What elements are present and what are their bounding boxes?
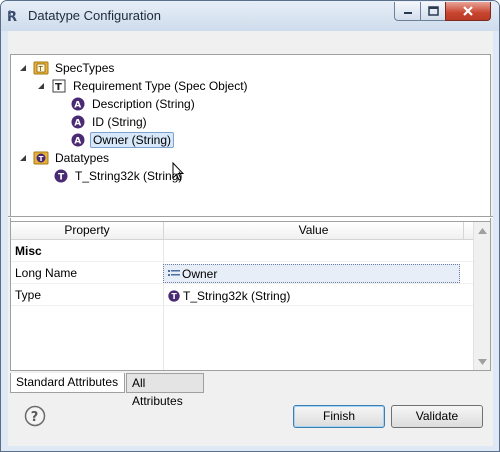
svg-text:T: T [171, 292, 177, 301]
svg-text:A: A [74, 119, 81, 129]
svg-text:T: T [39, 155, 44, 163]
close-icon [463, 6, 473, 16]
tree-item-description[interactable]: A Description (String) [70, 95, 197, 113]
expanded-arrow-icon [38, 83, 44, 89]
title-bar[interactable]: R Datatype Configuration [1, 1, 499, 31]
property-name: Type [15, 288, 42, 302]
tab-standard-attributes[interactable]: Standard Attributes [10, 373, 125, 393]
category-row-misc[interactable]: Misc [11, 241, 474, 262]
close-button[interactable] [445, 2, 491, 21]
svg-text:T: T [58, 173, 65, 183]
tree-item-t-string32k[interactable]: T T_String32k (String) [53, 167, 184, 185]
spec-types-tree[interactable]: T SpecTypes T Requirement Type (Spec Obj… [10, 54, 491, 242]
validate-button[interactable]: Validate [391, 405, 483, 428]
tree-item-label: Datatypes [55, 151, 110, 165]
dialog-window: R Datatype Configuration T SpecTypes T R… [0, 0, 500, 452]
tree-item-spectypes[interactable]: T SpecTypes [19, 59, 116, 77]
scroll-up-icon[interactable] [478, 228, 487, 234]
spectypes-folder-icon: T [33, 61, 49, 75]
requirement-type-icon: T [52, 79, 66, 93]
svg-text:R: R [7, 10, 17, 24]
tree-item-label: SpecTypes [55, 61, 115, 75]
app-icon: R [7, 10, 17, 24]
finish-button[interactable]: Finish [293, 405, 385, 428]
scroll-down-icon[interactable] [478, 359, 487, 365]
attribute-icon: A [71, 133, 85, 147]
attribute-icon: A [71, 97, 85, 111]
text-value-icon [168, 269, 180, 276]
svg-text:T: T [38, 65, 44, 73]
dialog-client-area: T SpecTypes T Requirement Type (Spec Obj… [8, 31, 493, 446]
property-row-type[interactable]: Type T T_String32k (String) [11, 285, 474, 306]
tree-item-label: Owner (String) [90, 132, 175, 148]
property-name: Long Name [15, 266, 78, 280]
expanded-arrow-icon [20, 155, 26, 161]
tree-item-owner[interactable]: A Owner (String) [70, 131, 175, 149]
tree-item-id[interactable]: A ID (String) [70, 113, 149, 131]
panel-splitter[interactable] [8, 216, 493, 218]
column-header-value[interactable]: Value [164, 222, 464, 240]
svg-text:?: ? [31, 410, 39, 425]
tree-item-label: Description (String) [92, 97, 195, 111]
category-label: Misc [15, 244, 42, 258]
help-icon[interactable]: ? [24, 405, 46, 427]
datatype-icon: T [54, 169, 68, 183]
property-value: T T_String32k (String) [167, 287, 290, 304]
properties-table: Property Value Misc Long Name Owner Type… [10, 221, 491, 371]
tree-item-datatypes[interactable]: T Datatypes [19, 149, 111, 167]
svg-text:A: A [74, 137, 81, 147]
svg-text:T: T [55, 82, 62, 93]
properties-scrollbar[interactable] [473, 222, 490, 370]
tab-all-attributes[interactable]: All Attributes [126, 373, 204, 408]
datatypes-folder-icon: T [33, 151, 49, 165]
column-header-property[interactable]: Property [11, 222, 164, 240]
expanded-arrow-icon [20, 65, 26, 71]
type-value: T_String32k (String) [183, 288, 291, 303]
attribute-icon: A [71, 115, 85, 129]
minimize-button[interactable] [394, 2, 421, 21]
long-name-value: Owner [182, 266, 218, 281]
tree-item-requirement-type[interactable]: T Requirement Type (Spec Object) [37, 77, 250, 95]
tree-item-label: T_String32k (String) [75, 169, 183, 183]
property-value: Owner [167, 265, 217, 282]
maximize-button[interactable] [420, 2, 446, 21]
tree-item-label: ID (String) [92, 115, 147, 129]
property-row-long-name[interactable]: Long Name Owner [11, 263, 474, 284]
tree-item-label: Requirement Type (Spec Object) [73, 79, 248, 93]
properties-header: Property Value [11, 222, 474, 240]
window-title: Datatype Configuration [28, 8, 161, 23]
maximize-icon [427, 6, 439, 16]
svg-text:A: A [74, 101, 81, 111]
datatype-icon: T [168, 289, 180, 302]
minimize-icon [403, 12, 412, 14]
